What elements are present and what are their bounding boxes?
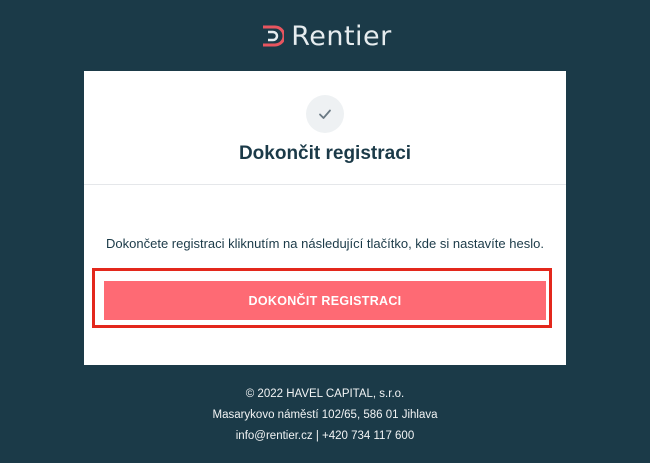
divider — [84, 184, 566, 185]
registration-card: Dokončit registraci Dokončete registraci… — [84, 71, 566, 365]
complete-registration-button[interactable]: DOKONČIT REGISTRACI — [104, 281, 546, 320]
footer-copyright: © 2022 HAVEL CAPITAL, s.r.o. — [245, 388, 405, 400]
instruction-text: Dokončete registraci kliknutím na násled… — [106, 236, 544, 251]
footer-address: Masarykovo náměstí 102/65, 586 01 Jihlav… — [212, 409, 438, 421]
footer-contact: info@rentier.cz | +420 734 117 600 — [0, 426, 650, 447]
check-glyph-icon — [319, 109, 331, 119]
phone-link[interactable]: +420 734 117 600 — [322, 430, 414, 442]
rentier-logo-icon — [263, 25, 285, 47]
checkmark-icon — [306, 95, 344, 133]
brand-name: Rentier — [291, 20, 392, 52]
contact-separator: | — [315, 430, 319, 442]
page-title: Dokončit registraci — [238, 143, 412, 164]
footer: © 2022 HAVEL CAPITAL, s.r.o. Masarykovo … — [0, 384, 650, 447]
brand-logo: Rentier — [0, 18, 650, 54]
email-link[interactable]: info@rentier.cz — [236, 430, 313, 442]
